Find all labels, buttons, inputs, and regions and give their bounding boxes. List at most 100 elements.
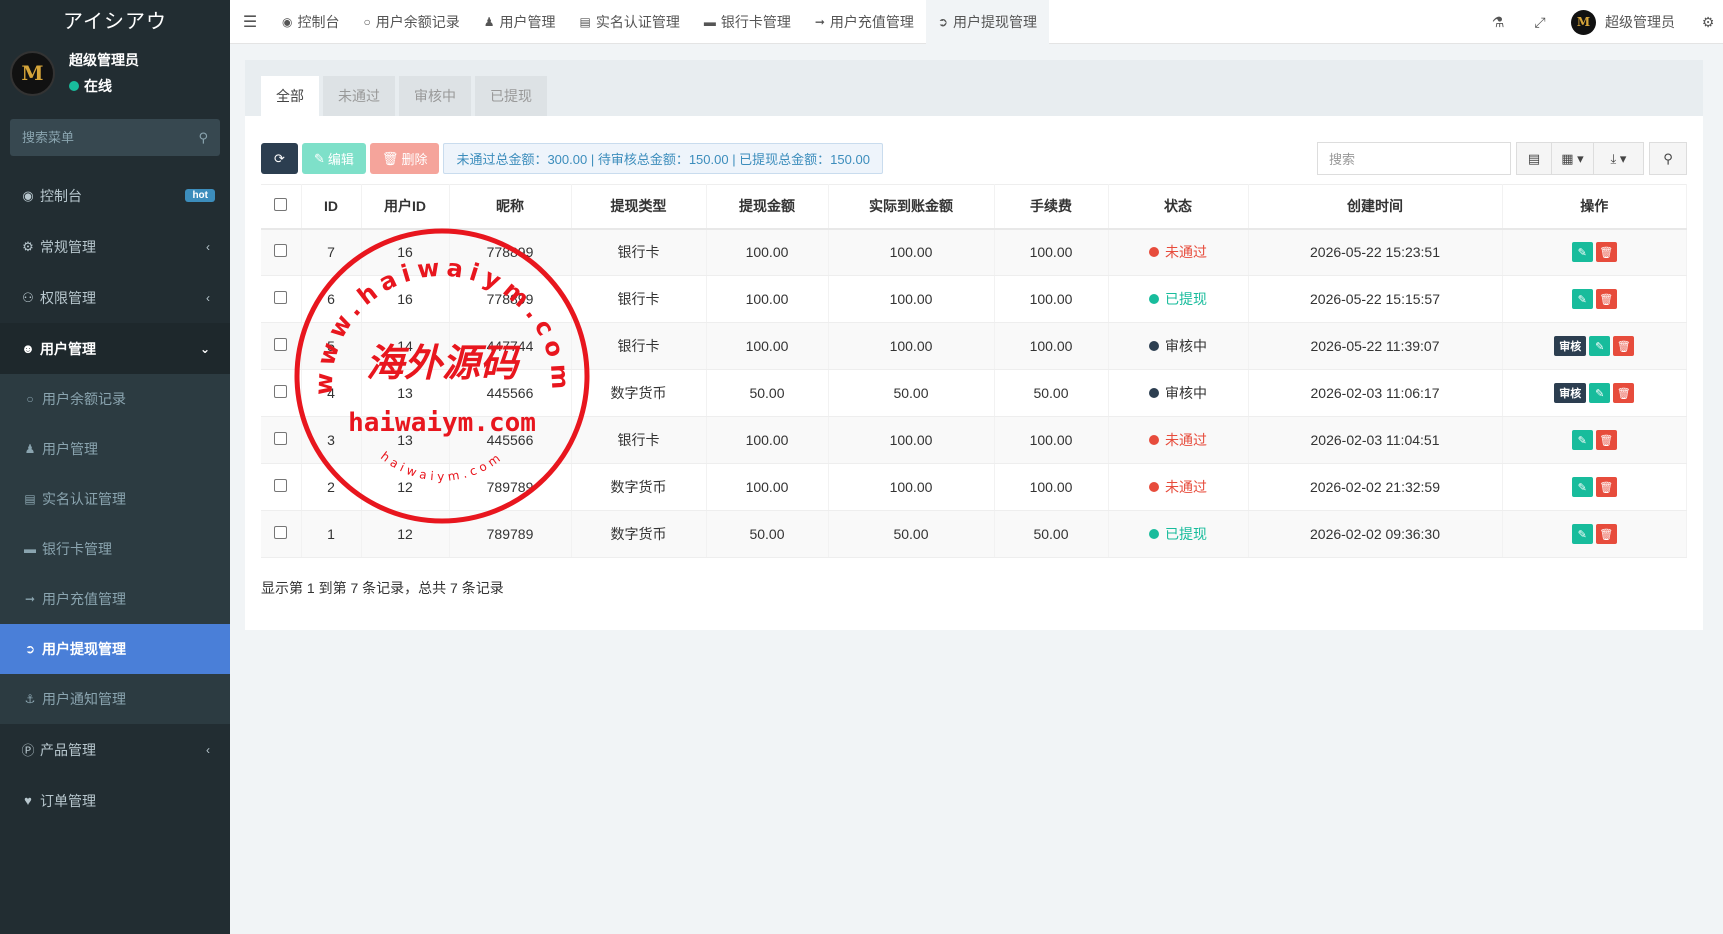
row-checkbox[interactable] <box>261 510 302 558</box>
sidebar-item-realname[interactable]: ▤ 实名认证管理 <box>0 474 230 524</box>
settings-icon[interactable]: ⚙ <box>1693 14 1723 31</box>
col-header[interactable]: 状态 <box>1108 184 1249 230</box>
col-header[interactable]: 实际到账金额 <box>828 184 995 230</box>
row-checkbox[interactable] <box>261 275 302 323</box>
row-delete-button[interactable]: 🗑 <box>1595 524 1617 544</box>
row-checkbox[interactable] <box>261 463 302 511</box>
tab-rejected[interactable]: 未通过 <box>323 76 395 116</box>
row-edit-button[interactable]: ✎ <box>1571 289 1593 309</box>
row-checkbox[interactable] <box>261 322 302 370</box>
col-header[interactable]: 创建时间 <box>1248 184 1503 230</box>
cell-status: 已提现 <box>1108 510 1249 558</box>
row-edit-button[interactable]: ✎ <box>1589 336 1611 356</box>
edit-button[interactable]: ✎ 编辑 <box>302 143 366 174</box>
tab-bankcard[interactable]: ▬ 银行卡管理 <box>692 0 803 44</box>
tab-reviewing[interactable]: 审核中 <box>399 76 471 116</box>
review-button[interactable]: 审核 <box>1554 336 1587 356</box>
table-row[interactable]: 1 12 789789 数字货币 50.00 50.00 50.00 已提现 2026-02-0… <box>261 510 1687 558</box>
user-status: 在线 <box>69 76 139 96</box>
cell-status: 未通过 <box>1108 228 1249 276</box>
col-header: 操作 <box>1502 184 1687 230</box>
tab-realname[interactable]: ▤ 实名认证管理 <box>568 0 692 44</box>
sidebar-item-recharge[interactable]: ➞ 用户充值管理 <box>0 574 230 624</box>
sidebar-item-balance-record[interactable]: ○ 用户余额记录 <box>0 374 230 424</box>
cell-id: 4 <box>301 369 362 417</box>
download-icon: ⤓ ▾ <box>1610 150 1627 166</box>
row-edit-button[interactable]: ✎ <box>1571 477 1593 497</box>
fullscreen-icon[interactable]: ⤢ <box>1519 14 1561 31</box>
menu-search-input[interactable] <box>22 130 182 145</box>
row-delete-button[interactable]: 🗑 <box>1595 430 1617 450</box>
row-checkbox[interactable] <box>261 416 302 464</box>
nav-user-menu[interactable]: M 超级管理员 <box>1561 9 1693 35</box>
row-checkbox[interactable] <box>261 228 302 276</box>
pencil-icon: ✎ <box>1595 340 1605 353</box>
table-row[interactable]: 3 13 445566 银行卡 100.00 100.00 100.00 未通过 2026-02… <box>261 416 1687 464</box>
language-icon[interactable]: ⚗ <box>1477 14 1519 31</box>
row-edit-button[interactable]: ✎ <box>1589 383 1611 403</box>
table-search-input[interactable]: 搜索 <box>1317 142 1511 175</box>
hot-badge: hot <box>185 189 215 202</box>
row-delete-button[interactable]: 🗑 <box>1595 289 1617 309</box>
select-all-checkbox[interactable] <box>261 184 302 230</box>
user-icon: ♟ <box>483 14 495 29</box>
table-row[interactable]: 2 12 789789 数字货币 100.00 100.00 100.00 未通过 2026-0… <box>261 463 1687 511</box>
menu-toggle-icon[interactable]: ☰ <box>230 12 270 32</box>
search-icon[interactable]: ⚲ <box>198 130 208 146</box>
table-row[interactable]: 7 16 778899 银行卡 100.00 100.00 100.00 未通过 2026-05… <box>261 228 1687 276</box>
export-button[interactable]: ⤓ ▾ <box>1594 142 1644 175</box>
circle-o-icon: ○ <box>363 14 371 29</box>
sidebar-item-product[interactable]: Ⓟ 产品管理 ‹ <box>0 724 230 775</box>
table-row[interactable]: 5 14 447744 银行卡 100.00 100.00 100.00 审核中 2026-05… <box>261 322 1687 370</box>
cell-actions: ✎ 🗑 <box>1502 416 1687 464</box>
sidebar-item-order[interactable]: ♥ 订单管理 <box>0 775 230 826</box>
cell-type: 数字货币 <box>571 463 707 511</box>
row-delete-button[interactable]: 🗑 <box>1595 242 1617 263</box>
col-header[interactable]: 用户ID <box>361 184 450 230</box>
tab-all[interactable]: 全部 <box>261 76 319 116</box>
sidebar-item-dashboard[interactable]: ◉ 控制台 hot <box>0 170 230 221</box>
row-delete-button[interactable]: 🗑 <box>1595 477 1617 497</box>
cell-actual: 50.00 <box>828 510 995 558</box>
withdraw-table: ID 用户ID 昵称 提现类型 提现金额 实际到账金额 手续费 状态 创建时间 … <box>261 184 1687 558</box>
tab-users[interactable]: ♟ 用户管理 <box>472 0 568 44</box>
status-tabs: 全部 未通过 审核中 已提现 <box>245 60 1703 116</box>
cell-created: 2026-02-03 11:04:51 <box>1248 416 1503 464</box>
sidebar-item-users[interactable]: ♟ 用户管理 <box>0 424 230 474</box>
sidebar-item-general[interactable]: ⚙ 常规管理 ‹ <box>0 221 230 272</box>
row-checkbox[interactable] <box>261 369 302 417</box>
app-logo-title[interactable]: アイシアウ <box>0 0 230 38</box>
toggle-view-button[interactable]: ▤ <box>1516 142 1552 175</box>
sidebar-item-bankcard[interactable]: ▬ 银行卡管理 <box>0 524 230 574</box>
row-delete-button[interactable]: 🗑 <box>1613 383 1635 403</box>
sidebar-item-withdraw[interactable]: ➲ 用户提现管理 <box>0 624 230 674</box>
row-edit-button[interactable]: ✎ <box>1571 524 1593 544</box>
row-delete-button[interactable]: 🗑 <box>1613 336 1635 356</box>
col-header[interactable]: 提现类型 <box>571 184 707 230</box>
cogs-icon: ⚙ <box>22 238 34 254</box>
sidebar-item-label: 用户管理 <box>42 441 98 457</box>
tab-recharge[interactable]: ➞ 用户充值管理 <box>803 0 926 44</box>
col-header[interactable]: 昵称 <box>449 184 572 230</box>
table-row[interactable]: 4 13 445566 数字货币 50.00 50.00 50.00 审核中 2026-02-0… <box>261 369 1687 417</box>
col-header[interactable]: 手续费 <box>994 184 1109 230</box>
sidebar-item-notice[interactable]: ⚓ 用户通知管理 <box>0 674 230 724</box>
row-edit-button[interactable]: ✎ <box>1571 430 1593 450</box>
tab-balance-record[interactable]: ○ 用户余额记录 <box>351 0 471 44</box>
columns-button[interactable]: ▦ ▾ <box>1552 142 1594 175</box>
col-header[interactable]: 提现金额 <box>706 184 829 230</box>
tab-withdraw[interactable]: ➲ 用户提现管理 <box>925 0 1049 44</box>
review-button[interactable]: 审核 <box>1554 383 1587 403</box>
sidebar-item-user-management[interactable]: ☻ 用户管理 ⌄ <box>0 323 230 374</box>
sidebar-item-permission[interactable]: ⚇ 权限管理 ‹ <box>0 272 230 323</box>
refresh-button[interactable]: ⟳ <box>261 143 298 174</box>
tab-dashboard[interactable]: ◉ 控制台 <box>270 0 351 44</box>
tab-withdrawn[interactable]: 已提现 <box>475 76 547 116</box>
advanced-search-button[interactable]: ⚲ <box>1649 142 1687 175</box>
status-dot-icon <box>1149 341 1159 351</box>
delete-button[interactable]: 🗑 删除 <box>369 143 440 174</box>
status-badge: 未通过 <box>1149 242 1207 262</box>
table-row[interactable]: 6 16 778899 银行卡 100.00 100.00 100.00 已提现 2026-05… <box>261 275 1687 323</box>
row-edit-button[interactable]: ✎ <box>1571 242 1593 263</box>
col-header[interactable]: ID <box>301 184 362 230</box>
